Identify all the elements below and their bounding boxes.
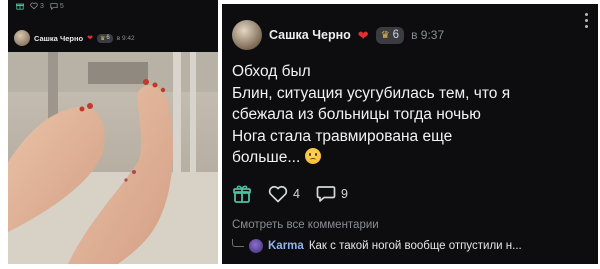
post-text-line: Блин, ситуация усугубилась тем, что я bbox=[232, 84, 511, 102]
left-author-name[interactable]: Сашка Черно bbox=[34, 34, 83, 43]
left-gift-action[interactable] bbox=[16, 2, 24, 10]
left-likes-count: 3 bbox=[40, 2, 44, 10]
likes-count: 4 bbox=[293, 187, 300, 201]
more-vertical-icon[interactable] bbox=[578, 10, 594, 30]
left-post-header: Сашка Черно ❤ ♛ 6 в 9:42 bbox=[8, 28, 218, 48]
heart-outline-icon bbox=[30, 2, 38, 10]
comment-icon bbox=[50, 3, 58, 10]
post-photo-illustration bbox=[8, 52, 218, 264]
left-comments-count: 5 bbox=[59, 2, 64, 10]
heart-emoji: ❤ bbox=[357, 27, 369, 43]
post-text: Обход был Блин, ситуация усугубилась тем… bbox=[232, 61, 592, 169]
comments-count: 9 bbox=[340, 187, 348, 201]
left-comment-action[interactable]: 5 bbox=[50, 2, 64, 10]
badge-count: 6 bbox=[392, 29, 400, 41]
left-post-top-actions: 3 5 bbox=[8, 0, 218, 12]
crown-icon: ♛ bbox=[380, 29, 390, 41]
gift-icon bbox=[233, 185, 251, 203]
commenter-name[interactable]: Karma bbox=[268, 240, 304, 252]
post-text-line: больше... bbox=[232, 149, 301, 166]
like-button[interactable]: 4 bbox=[268, 185, 300, 203]
level-badge[interactable]: ♛ 6 bbox=[375, 26, 405, 44]
comment-text: Как с такой ногой вообще отпустили н... bbox=[308, 240, 522, 252]
heart-emoji: ❤ bbox=[87, 35, 93, 42]
left-badge-count: 6 bbox=[106, 35, 110, 41]
comment-icon bbox=[316, 186, 336, 202]
post-text-last-line: больше... bbox=[232, 147, 592, 169]
gift-button[interactable] bbox=[232, 184, 252, 204]
post-time: в 9:37 bbox=[411, 28, 445, 42]
post-text-line: Обход был bbox=[232, 63, 311, 80]
view-all-comments-link[interactable]: Смотреть все комментарии bbox=[232, 219, 379, 231]
comment-preview[interactable]: Karma Как с такой ногой вообще отпустили… bbox=[232, 238, 592, 254]
left-post-card: 3 5 Сашка Черно ❤ ♛ 6 в 9:42 bbox=[8, 0, 218, 264]
reply-line bbox=[232, 239, 244, 247]
gift-icon bbox=[16, 3, 24, 10]
left-post-photo[interactable] bbox=[8, 52, 218, 264]
left-post-time: в 9:42 bbox=[116, 34, 135, 42]
left-level-badge: ♛ 6 bbox=[96, 33, 113, 43]
left-author-avatar[interactable] bbox=[14, 30, 30, 46]
author-name[interactable]: Сашка Черно bbox=[269, 28, 351, 42]
main-post-card: Сашка Черно ❤ ♛ 6 в 9:37 Обход был Блин,… bbox=[222, 4, 598, 264]
heart-outline-icon bbox=[268, 185, 288, 203]
left-like-action[interactable]: 3 bbox=[30, 2, 44, 10]
comment-button[interactable]: 9 bbox=[316, 185, 348, 203]
crown-icon: ♛ bbox=[99, 35, 106, 42]
post-text-line: Нога стала травмирована еще bbox=[232, 127, 453, 145]
sad-emoji-icon bbox=[304, 148, 321, 164]
author-avatar[interactable] bbox=[232, 20, 262, 50]
post-actions: 4 9 bbox=[232, 184, 364, 204]
commenter-avatar[interactable] bbox=[249, 239, 263, 253]
post-text-line: сбежала из больницы тогда ночью bbox=[232, 106, 481, 123]
post-header: Сашка Черно ❤ ♛ 6 в 9:37 bbox=[232, 20, 592, 50]
